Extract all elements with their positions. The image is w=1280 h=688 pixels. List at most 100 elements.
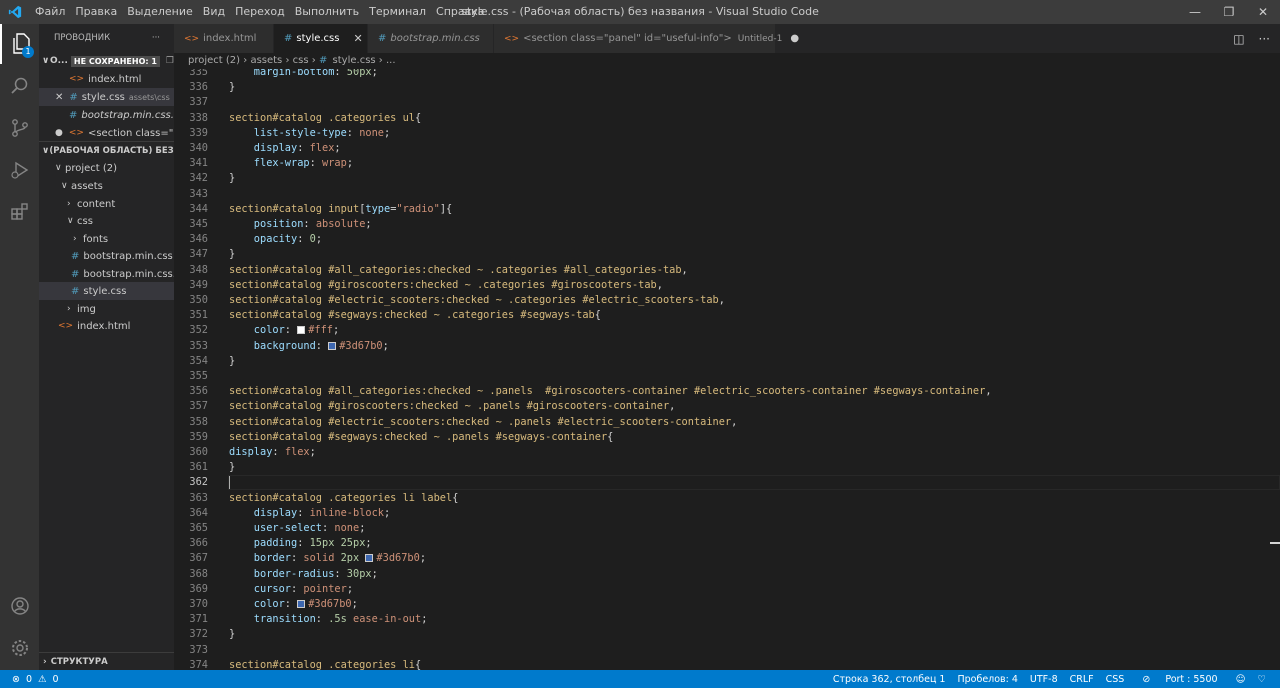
color-swatch[interactable]: [297, 600, 306, 608]
run-debug-icon[interactable]: [0, 150, 39, 190]
open-editors-section[interactable]: ∨ О... НЕ СОХРАНЕНО: 1 ❐: [39, 52, 174, 70]
code-line[interactable]: 337: [174, 95, 1280, 110]
live-server-port[interactable]: ⊘ Port : 5500: [1130, 674, 1229, 685]
menu-terminal[interactable]: Терминал: [364, 0, 431, 24]
open-editor-item-active[interactable]: ✕ # style.css assets\css: [39, 88, 174, 106]
code-line[interactable]: 369 cursor: pointer;: [174, 582, 1280, 597]
code-line[interactable]: 341 flex-wrap: wrap;: [174, 156, 1280, 171]
tree-file-bootstrap-map[interactable]: # bootstrap.min.css...: [39, 265, 174, 283]
code-line[interactable]: 354}: [174, 354, 1280, 369]
code-line[interactable]: 351 section#catalog #segways:checked ~ .c…: [174, 308, 1280, 323]
color-swatch[interactable]: [297, 326, 306, 335]
open-editor-item[interactable]: ● <> <section class="p...: [39, 124, 174, 142]
tree-file-index[interactable]: <> index.html: [39, 317, 174, 335]
code-line[interactable]: 370 color: #3d67b0;: [174, 597, 1280, 612]
code-line[interactable]: 349 section#catalog #giroscooters:checked…: [174, 278, 1280, 293]
code-line[interactable]: 373: [174, 643, 1280, 658]
breadcrumb-item[interactable]: style.css: [333, 55, 376, 66]
tree-file-bootstrap[interactable]: # bootstrap.min.css: [39, 247, 174, 265]
breadcrumb-item[interactable]: project (2): [188, 55, 240, 66]
minimize-icon[interactable]: —: [1178, 0, 1212, 24]
line-ending[interactable]: CRLF: [1064, 674, 1100, 685]
close-editor-icon[interactable]: ✕: [55, 92, 63, 103]
close-tab-icon[interactable]: ✕: [353, 32, 362, 45]
indentation[interactable]: Пробелов: 4: [951, 674, 1023, 685]
menu-edit[interactable]: Правка: [70, 0, 122, 24]
code-line[interactable]: 346 opacity: 0;: [174, 232, 1280, 247]
code-line[interactable]: 342}: [174, 171, 1280, 186]
tab-bootstrap-css[interactable]: # bootstrap.min.css: [368, 24, 494, 53]
tab-index-html[interactable]: <> index.html: [174, 24, 274, 53]
tree-folder-content[interactable]: › content: [39, 195, 174, 213]
split-editor-icon[interactable]: ◫: [1233, 32, 1244, 46]
source-control-icon[interactable]: [0, 108, 39, 148]
code-line[interactable]: 343: [174, 187, 1280, 202]
encoding[interactable]: UTF-8: [1024, 674, 1064, 685]
code-line[interactable]: 358 section#catalog #electric_scooters:ch…: [174, 415, 1280, 430]
tree-folder-project[interactable]: ∨ project (2): [39, 159, 174, 177]
code-line[interactable]: 365 user-select: none;: [174, 521, 1280, 536]
breadcrumb-item[interactable]: assets: [250, 55, 282, 66]
code-line[interactable]: 371 transition: .5s ease-in-out;: [174, 612, 1280, 627]
menu-file[interactable]: Файл: [30, 0, 70, 24]
more-actions-icon[interactable]: ···: [152, 33, 160, 43]
color-swatch[interactable]: [328, 341, 337, 350]
restore-icon[interactable]: ❐: [1212, 0, 1246, 24]
code-editor[interactable]: 335 margin-bottom: 50px; 336} 337 338 sectio…: [174, 69, 1280, 670]
code-line[interactable]: 360 display: flex;: [174, 445, 1280, 460]
code-line[interactable]: 374 section#catalog .categories li{: [174, 658, 1280, 670]
outline-section[interactable]: › СТРУКТУРА: [39, 652, 174, 670]
breadcrumb-item[interactable]: css: [293, 55, 309, 66]
feedback-icon[interactable]: ☺: [1230, 674, 1252, 685]
breadcrumb-item[interactable]: ...: [386, 55, 396, 66]
language-mode[interactable]: CSS: [1100, 674, 1131, 685]
code-line[interactable]: 361}: [174, 460, 1280, 475]
code-line[interactable]: 362: [174, 475, 1280, 491]
accounts-icon[interactable]: [0, 586, 39, 626]
tree-folder-assets[interactable]: ∨ assets: [39, 177, 174, 195]
code-line[interactable]: 339 list-style-type: none;: [174, 126, 1280, 141]
code-line[interactable]: 363 section#catalog .categories li label{: [174, 491, 1280, 506]
code-line[interactable]: 366 padding: 15px 25px;: [174, 536, 1280, 551]
tree-folder-fonts[interactable]: › fonts: [39, 230, 174, 248]
explorer-icon[interactable]: 1: [0, 24, 39, 64]
code-line[interactable]: 368 border-radius: 30px;: [174, 567, 1280, 582]
code-line[interactable]: 359 section#catalog #segways:checked ~ .p…: [174, 430, 1280, 445]
code-line[interactable]: 336}: [174, 80, 1280, 95]
open-editor-item[interactable]: # bootstrap.min.css...: [39, 106, 174, 124]
color-swatch[interactable]: [365, 554, 374, 563]
code-line[interactable]: 352 color: #fff;: [174, 323, 1280, 338]
code-line[interactable]: 367 border: solid 2px #3d67b0;: [174, 551, 1280, 566]
tab-style-css[interactable]: # style.css ✕: [274, 24, 368, 53]
code-line[interactable]: 348 section#catalog #all_categories:check…: [174, 263, 1280, 278]
settings-gear-icon[interactable]: [0, 628, 39, 668]
unsaved-dot-icon[interactable]: ●: [790, 33, 799, 44]
code-line[interactable]: 364 display: inline-block;: [174, 506, 1280, 521]
save-all-icon[interactable]: ❐: [166, 56, 174, 66]
code-line[interactable]: 338 section#catalog .categories ul{: [174, 111, 1280, 126]
cursor-position[interactable]: Строка 362, столбец 1: [827, 674, 952, 685]
code-line[interactable]: 357 section#catalog #giroscooters:checked…: [174, 399, 1280, 414]
problems-indicator[interactable]: ⊗ 0 ⚠ 0: [0, 674, 59, 685]
tree-file-style[interactable]: # style.css: [39, 282, 174, 300]
extensions-icon[interactable]: [0, 192, 39, 232]
notifications-bell-icon[interactable]: ♡: [1251, 674, 1272, 685]
code-line[interactable]: 350 section#catalog #electric_scooters:ch…: [174, 293, 1280, 308]
code-line[interactable]: 347}: [174, 247, 1280, 262]
more-actions-icon[interactable]: ···: [1259, 32, 1270, 46]
tree-folder-css[interactable]: ∨ css: [39, 212, 174, 230]
code-line[interactable]: 335 margin-bottom: 50px;: [174, 69, 1280, 80]
code-line[interactable]: 355: [174, 369, 1280, 384]
menu-selection[interactable]: Выделение: [122, 0, 198, 24]
search-icon[interactable]: [0, 66, 39, 106]
menu-run[interactable]: Выполнить: [290, 0, 364, 24]
open-editor-item[interactable]: <> index.html: [39, 70, 174, 88]
code-line[interactable]: 372}: [174, 627, 1280, 642]
code-line[interactable]: 356 section#catalog #all_categories:check…: [174, 384, 1280, 399]
menu-view[interactable]: Вид: [198, 0, 230, 24]
menu-help[interactable]: Справка: [431, 0, 489, 24]
tab-untitled[interactable]: <> <section class="panel" id="useful-inf…: [494, 24, 799, 53]
code-line[interactable]: 345 position: absolute;: [174, 217, 1280, 232]
workspace-section[interactable]: ∨ (РАБОЧАЯ ОБЛАСТЬ) БЕЗ ...: [39, 141, 174, 159]
close-window-icon[interactable]: ✕: [1246, 0, 1280, 24]
